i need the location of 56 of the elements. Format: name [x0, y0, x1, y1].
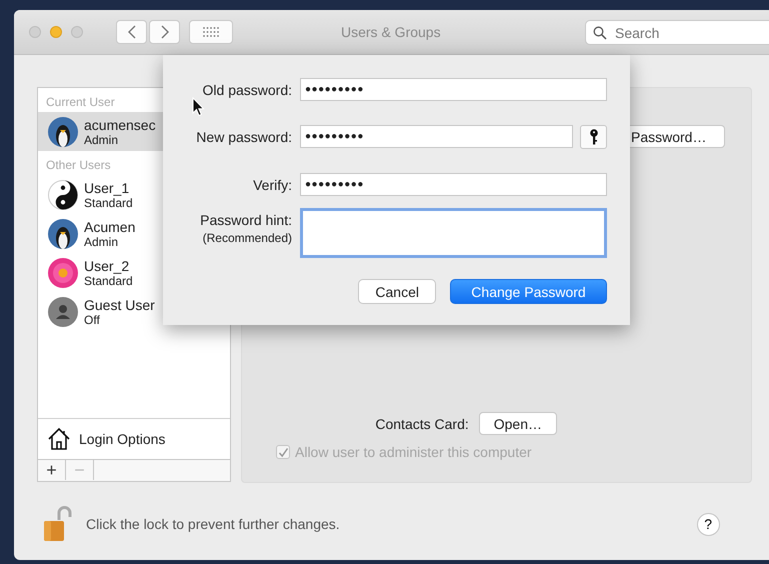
password-hint-field[interactable] [300, 208, 607, 258]
checkmark-icon [278, 446, 288, 458]
user-role: Off [84, 312, 101, 326]
open-button[interactable]: Open… [478, 412, 557, 435]
user-name: User_2 [84, 258, 130, 274]
cancel-button[interactable]: Cancel [358, 279, 436, 304]
password-field[interactable]: ●●●●●●●●● [300, 78, 607, 101]
user-name: Guest User [84, 296, 155, 312]
close-button[interactable] [29, 26, 41, 38]
grid-icon [203, 27, 219, 37]
password-field[interactable]: ●●●●●●●●● [300, 125, 573, 148]
user-role: Admin [84, 234, 120, 248]
window-title: Users & Groups [341, 24, 441, 40]
contacts-card-label: Contacts Card: [375, 416, 469, 432]
user-item[interactable]: User_2 Standard [38, 253, 230, 292]
key-icon [588, 129, 598, 145]
flower-avatar-icon [48, 258, 78, 288]
chevron-left-icon [126, 25, 136, 39]
house-icon [47, 427, 71, 451]
minimize-button[interactable] [50, 26, 62, 38]
chevron-right-icon [160, 25, 170, 39]
field-label: Old password: [202, 82, 292, 98]
key-button[interactable] [580, 125, 607, 149]
pointer-cursor-icon [192, 97, 206, 117]
password-field[interactable]: ●●●●●●●●● [300, 173, 607, 196]
field-label: Verify: [253, 176, 292, 192]
search-input[interactable]: Search [613, 24, 767, 42]
lock-message: Click the lock to prevent further changes. [86, 516, 340, 532]
show-all-button[interactable] [189, 20, 233, 44]
forward-button[interactable] [149, 20, 180, 44]
login-options-label: Login Options [79, 431, 166, 447]
add-button[interactable]: + [38, 460, 66, 480]
field-sublabel: (Recommended) [202, 231, 292, 245]
search-field[interactable]: Search [585, 20, 769, 45]
password-button[interactable]: Password… [629, 125, 725, 148]
user-role: Standard [84, 274, 133, 288]
user-name: User_1 [84, 180, 130, 196]
zoom-button[interactable] [71, 26, 83, 38]
user-role: Admin [84, 132, 120, 146]
section-heading: Current User [46, 95, 115, 109]
help-button[interactable]: ? [696, 512, 720, 536]
field-label: Password hint: [200, 212, 292, 228]
user-item[interactable]: User_1 Standard [38, 175, 230, 214]
section-heading: Other Users [46, 158, 111, 172]
yin-yang-avatar-icon [48, 180, 78, 210]
change-password-button[interactable]: Change Password [450, 279, 607, 304]
user-role: Standard [84, 196, 133, 210]
search-icon [593, 26, 607, 40]
user-name: acumensec [84, 116, 156, 132]
penguin-avatar-icon [48, 116, 78, 146]
penguin-avatar-icon [48, 218, 78, 248]
back-button[interactable] [116, 20, 147, 44]
login-options-item[interactable]: Login Options [38, 418, 230, 459]
user-item[interactable]: Guest User Off [38, 292, 230, 331]
user-name: Acumen [84, 218, 136, 234]
person-avatar-icon [48, 296, 78, 326]
